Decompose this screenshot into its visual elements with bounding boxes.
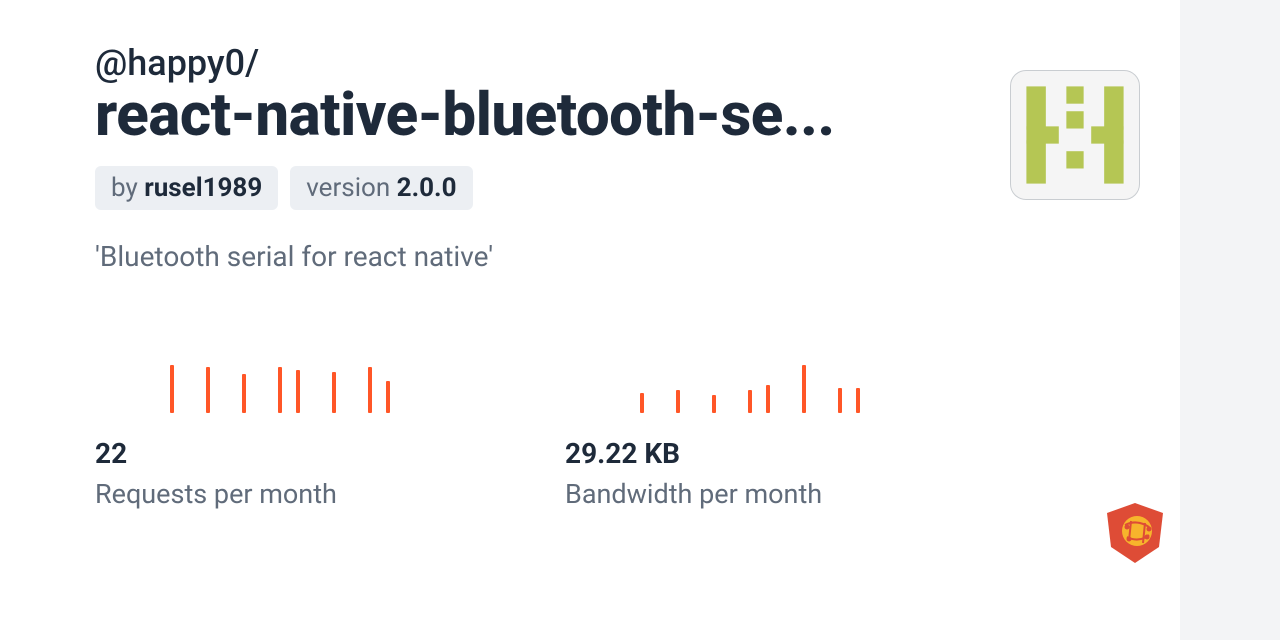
spark-bar [838, 388, 842, 413]
spark-bar [640, 393, 644, 413]
requests-value: 22 [95, 437, 495, 470]
requests-stat: 22 Requests per month [95, 363, 495, 510]
bandwidth-value: 29.22 KB [565, 437, 965, 470]
spark-bar [278, 367, 282, 413]
package-scope: @happy0/ [95, 45, 995, 81]
spark-bar [748, 390, 752, 413]
author-prefix: by [111, 173, 144, 203]
spark-bar [386, 381, 390, 413]
author-badge[interactable]: by rusel1989 [95, 166, 278, 210]
requests-label: Requests per month [95, 478, 495, 510]
package-name: react-native-bluetooth-se... [95, 83, 995, 146]
spark-bar [296, 370, 300, 413]
jsdelivr-logo-icon [1105, 501, 1165, 565]
spark-bar [712, 395, 716, 413]
spark-bar [206, 367, 210, 413]
requests-sparkline [170, 363, 495, 413]
spark-bar [766, 385, 770, 413]
bandwidth-stat: 29.22 KB Bandwidth per month [565, 363, 965, 510]
package-avatar [1010, 70, 1140, 200]
spark-bar [802, 365, 806, 413]
version-prefix: version [306, 173, 396, 203]
spark-bar [170, 365, 174, 413]
spark-bar [676, 390, 680, 413]
bandwidth-sparkline [640, 363, 965, 413]
author-name: rusel1989 [144, 173, 262, 203]
avatar-icon [1021, 81, 1129, 189]
spark-bar [368, 367, 372, 413]
version-badge[interactable]: version 2.0.0 [290, 166, 472, 210]
spark-bar [856, 388, 860, 413]
bandwidth-label: Bandwidth per month [565, 478, 965, 510]
side-strip [1180, 0, 1280, 640]
spark-bar [332, 372, 336, 413]
package-card: @happy0/ react-native-bluetooth-se... by… [95, 45, 995, 510]
spark-bar [242, 374, 246, 413]
version-value: 2.0.0 [397, 173, 457, 203]
badge-row: by rusel1989 version 2.0.0 [95, 166, 995, 210]
stats-row: 22 Requests per month 29.22 KB Bandwidth… [95, 363, 995, 510]
package-description: 'Bluetooth serial for react native' [95, 240, 995, 273]
